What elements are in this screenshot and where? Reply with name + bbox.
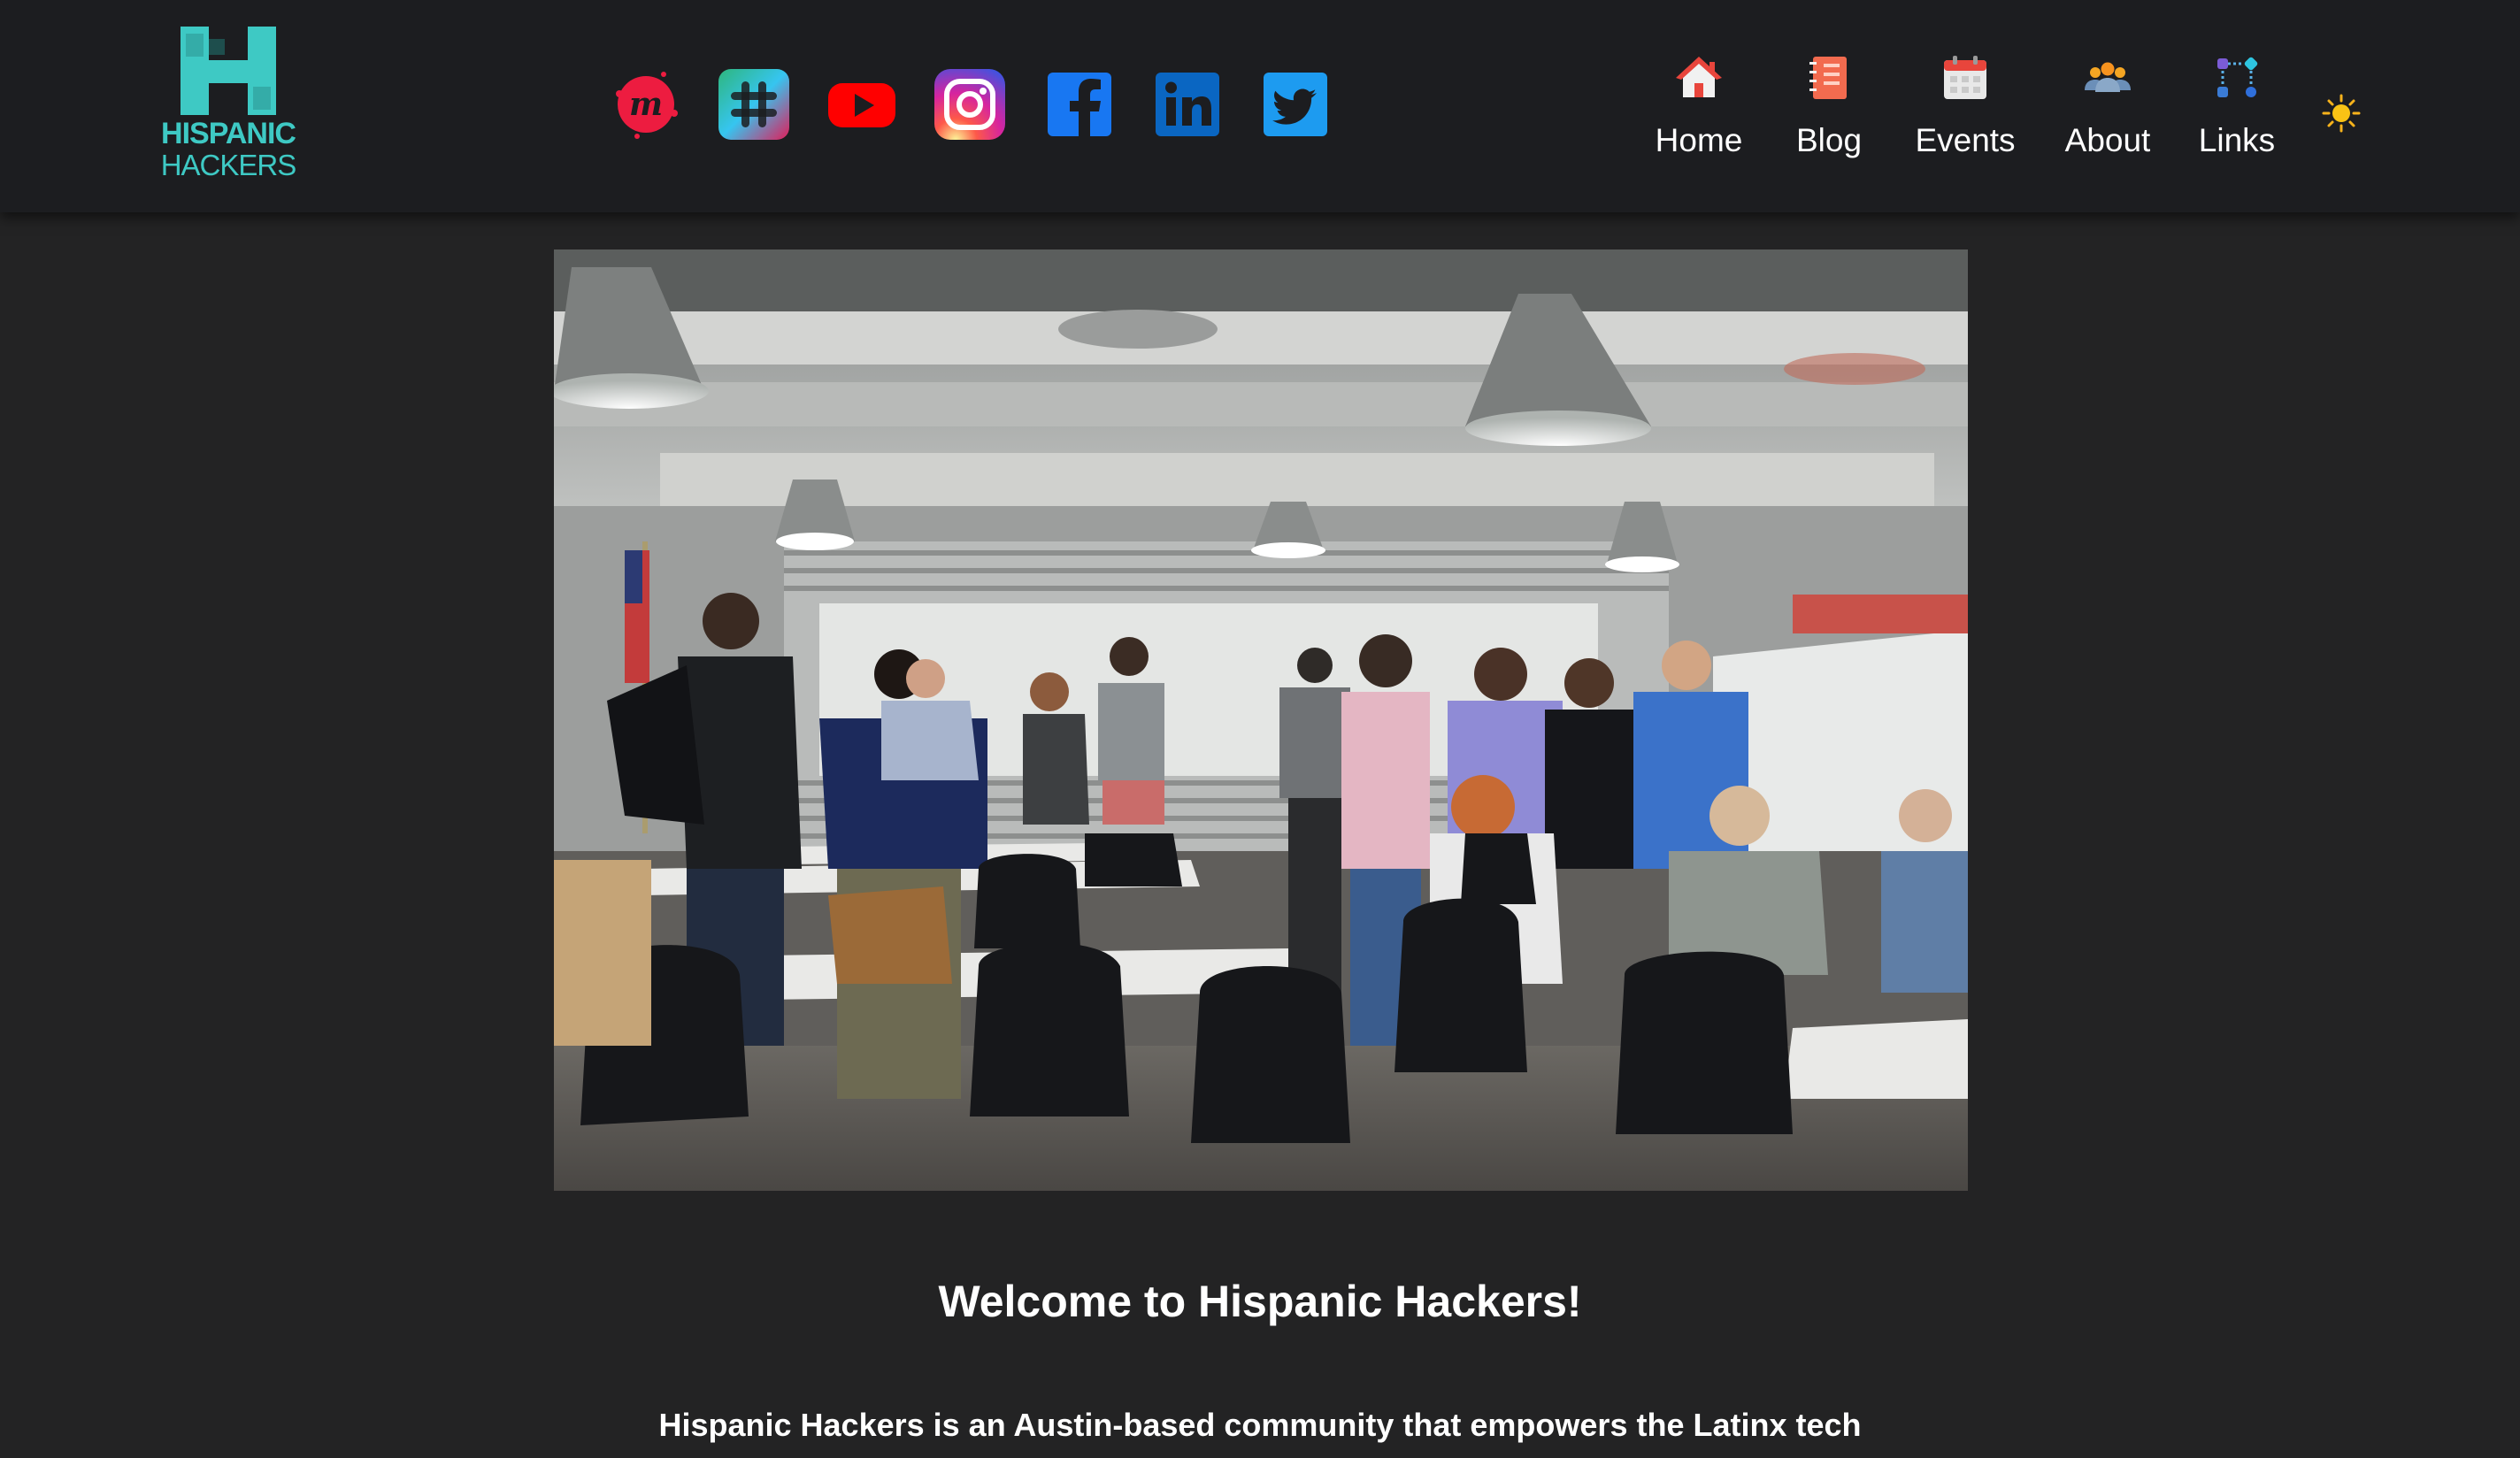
logo-wordmark-line2: HACKERS <box>160 149 297 181</box>
hispanic-hackers-logo[interactable]: HISPANIC HACKERS <box>156 25 301 180</box>
slack-icon[interactable] <box>718 69 789 140</box>
nav-blog-label: Blog <box>1795 122 1863 158</box>
people-icon <box>2083 53 2132 103</box>
sun-icon <box>2322 94 2361 133</box>
svg-text:m: m <box>629 86 663 123</box>
nav-links[interactable]: Links <box>2191 53 2283 168</box>
instagram-icon[interactable] <box>934 69 1005 140</box>
site-header: HISPANIC HACKERS m Home Blog Events Abou… <box>0 0 2520 212</box>
nav-home-label: Home <box>1655 122 1743 158</box>
hero-group-photo <box>554 249 1968 1191</box>
nav-events-label: Events <box>1915 122 2016 158</box>
logo-h-mark <box>181 27 276 115</box>
youtube-icon[interactable] <box>826 69 897 140</box>
workflow-icon <box>2212 53 2262 103</box>
calendar-icon <box>1940 53 1990 103</box>
linkedin-icon[interactable] <box>1152 69 1223 140</box>
nav-links-label: Links <box>2198 122 2276 158</box>
nav-blog[interactable]: Blog <box>1780 53 1878 168</box>
theme-toggle-button[interactable] <box>2322 94 2361 133</box>
notebook-icon <box>1804 53 1854 103</box>
welcome-heading: Welcome to Hispanic Hackers! <box>938 1277 1582 1326</box>
nav-home[interactable]: Home <box>1646 53 1752 168</box>
twitter-icon[interactable] <box>1260 69 1331 140</box>
nav-about[interactable]: About <box>2055 53 2161 168</box>
nav-about-label: About <box>2064 122 2151 158</box>
nav-events[interactable]: Events <box>1909 53 2021 168</box>
logo-wordmark-line1: HISPANIC <box>161 117 296 150</box>
house-icon <box>1674 53 1724 103</box>
meetup-icon[interactable]: m <box>611 69 681 140</box>
intro-paragraph: Hispanic Hackers is an Austin-based comm… <box>658 1407 1862 1443</box>
facebook-icon[interactable] <box>1044 69 1115 140</box>
